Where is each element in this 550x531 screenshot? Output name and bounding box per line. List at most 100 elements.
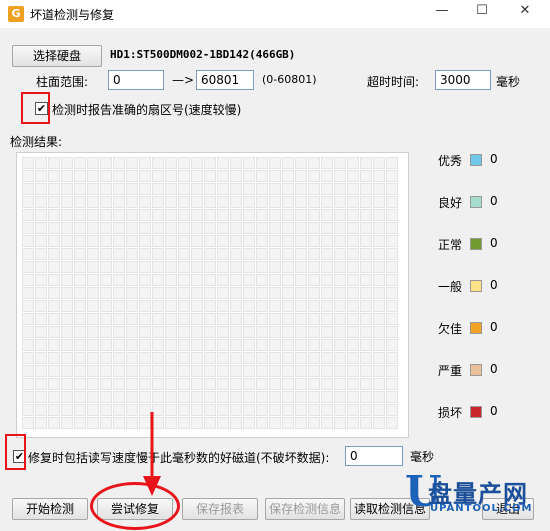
sector-cell [256, 300, 268, 312]
sector-cell [334, 391, 346, 403]
sector-cell [217, 261, 229, 273]
sector-cell [308, 183, 320, 195]
sector-cell [295, 274, 307, 286]
sector-cell [178, 365, 190, 377]
sector-cell [48, 352, 60, 364]
sector-cell [282, 157, 294, 169]
sector-cell [334, 170, 346, 182]
sector-cell [178, 196, 190, 208]
sector-cell [178, 248, 190, 260]
sector-cell [191, 222, 203, 234]
sector-cell [178, 300, 190, 312]
sector-cell [100, 222, 112, 234]
minimize-button[interactable]: — [422, 0, 462, 22]
sector-cell [269, 157, 281, 169]
sector-cell [308, 391, 320, 403]
sector-cell [295, 378, 307, 390]
sector-cell [373, 378, 385, 390]
save-scan-info-button[interactable]: 保存检测信息 [265, 498, 345, 520]
sector-cell [139, 261, 151, 273]
sector-cell [295, 404, 307, 416]
sector-cell [386, 352, 398, 364]
sector-cell [334, 313, 346, 325]
legend-label: 良好 [438, 196, 463, 210]
sector-cell [87, 170, 99, 182]
cylinder-end-input[interactable]: 60801 [196, 70, 254, 90]
cylinder-start-input[interactable]: 0 [108, 70, 164, 90]
cylinder-range-hint: (0-60801) [262, 73, 317, 86]
sector-cell [126, 365, 138, 377]
sector-cell [178, 326, 190, 338]
select-disk-button[interactable]: 选择硬盘 [12, 45, 102, 67]
sector-cell [334, 196, 346, 208]
sector-cell [282, 261, 294, 273]
sector-cell [139, 248, 151, 260]
sector-cell [360, 378, 372, 390]
sector-cell [87, 352, 99, 364]
sector-cell [165, 170, 177, 182]
start-scan-button[interactable]: 开始检测 [12, 498, 88, 520]
sector-cell [113, 183, 125, 195]
sector-cell [74, 300, 86, 312]
sector-cell [61, 365, 73, 377]
sector-cell [152, 183, 164, 195]
sector-cell [230, 339, 242, 351]
sector-cell [61, 378, 73, 390]
sector-cell [35, 274, 47, 286]
sector-cell [243, 222, 255, 234]
sector-cell [100, 157, 112, 169]
save-report-button[interactable]: 保存报表 [182, 498, 258, 520]
sector-cell [191, 391, 203, 403]
sector-cell [178, 417, 190, 429]
close-button[interactable]: ✕ [505, 0, 545, 22]
sector-cell [165, 209, 177, 221]
sector-cell [35, 365, 47, 377]
sector-cell [334, 365, 346, 377]
sector-cell [152, 326, 164, 338]
sector-cell [165, 222, 177, 234]
sector-cell [321, 183, 333, 195]
sector-cell [113, 365, 125, 377]
sector-cell [269, 196, 281, 208]
sector-cell [191, 287, 203, 299]
sector-cell [243, 157, 255, 169]
sector-cell [308, 339, 320, 351]
sector-cell [165, 365, 177, 377]
sector-cell [113, 391, 125, 403]
sector-cell [373, 300, 385, 312]
sector-cell [282, 352, 294, 364]
sector-cell [256, 287, 268, 299]
sector-cell [113, 235, 125, 247]
sector-cell [61, 417, 73, 429]
sector-cell [347, 417, 359, 429]
sector-cell [308, 248, 320, 260]
maximize-button[interactable]: ☐ [462, 0, 502, 22]
sector-cell [74, 157, 86, 169]
sector-cell [191, 365, 203, 377]
repair-threshold-input[interactable]: 0 [345, 446, 403, 466]
sector-cell [243, 261, 255, 273]
sector-cell [282, 287, 294, 299]
sector-cell [373, 196, 385, 208]
sector-cell [360, 235, 372, 247]
sector-cell [373, 391, 385, 403]
sector-cell [139, 209, 151, 221]
sector-cell [152, 391, 164, 403]
sector-cell [243, 196, 255, 208]
sector-cell [35, 300, 47, 312]
sector-cell [100, 170, 112, 182]
sector-cell [386, 248, 398, 260]
sector-cell [152, 300, 164, 312]
timeout-input[interactable]: 3000 [435, 70, 491, 90]
sector-cell [61, 209, 73, 221]
sector-cell [204, 235, 216, 247]
sector-cell [35, 417, 47, 429]
sector-cell [373, 352, 385, 364]
sector-cell [113, 339, 125, 351]
sector-cell [139, 157, 151, 169]
sector-cell [256, 378, 268, 390]
sector-cell [360, 391, 372, 403]
sector-cell [100, 183, 112, 195]
sector-cell [22, 248, 34, 260]
sector-cell [230, 170, 242, 182]
